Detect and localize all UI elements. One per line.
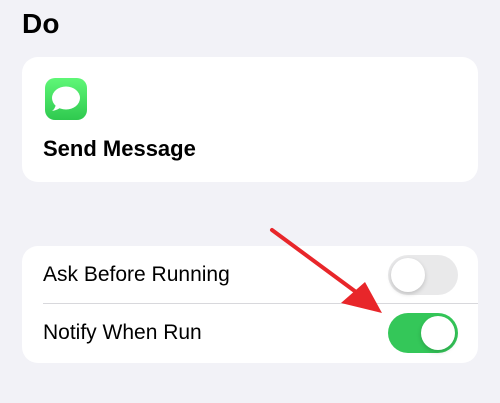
ask-before-running-label: Ask Before Running xyxy=(43,263,230,286)
ask-before-running-row: Ask Before Running xyxy=(22,246,478,304)
section-title: Do xyxy=(22,8,60,39)
ask-before-running-toggle[interactable] xyxy=(388,255,458,295)
action-label: Send Message xyxy=(43,136,196,161)
messages-app-icon xyxy=(45,78,87,120)
action-card[interactable]: Send Message xyxy=(22,57,478,182)
notify-when-run-row: Notify When Run xyxy=(22,304,478,362)
notify-when-run-toggle[interactable] xyxy=(388,313,458,353)
notify-when-run-label: Notify When Run xyxy=(43,321,202,344)
toggle-knob xyxy=(391,258,425,292)
settings-card: Ask Before Running Notify When Run xyxy=(22,246,478,363)
toggle-knob xyxy=(421,316,455,350)
